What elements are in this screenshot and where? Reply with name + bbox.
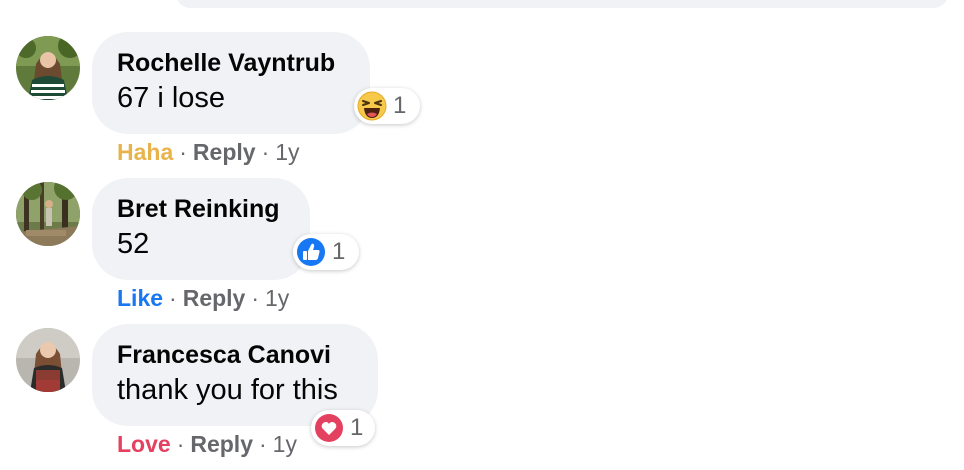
timestamp-link[interactable]: 1y [273,431,297,457]
reaction-count: 1 [393,92,407,119]
separator: · [259,431,267,457]
comment-actions: Love · Reply · 1y [117,430,297,458]
avatar-photo-icon [16,36,80,100]
comment-item: Rochelle Vayntrub 67 i lose 1 Haha · Reply… [0,0,964,165]
reaction-summary[interactable]: 1 [293,234,359,270]
comment-text: thank you for this [117,374,338,406]
reaction-count: 1 [350,414,364,441]
comment-bubble: Rochelle Vayntrub 67 i lose [92,32,370,134]
comment-item: Francesca Canovi thank you for this 1 Lo… [0,292,964,457]
reply-button[interactable]: Reply [190,431,253,457]
like-thumbs-up-icon [297,238,325,266]
comment-text: 67 i lose [117,82,226,114]
reaction-summary[interactable]: 1 [311,410,375,446]
comment-author[interactable]: Francesca Canovi [117,340,354,370]
avatar[interactable] [16,182,80,246]
comment-author[interactable]: Rochelle Vayntrub [117,48,346,78]
comment-item: Bret Reinking 52 1 Like · Reply · 1y [0,146,964,311]
reaction-count: 1 [332,238,346,265]
comment-text: 52 [117,228,150,260]
comment-bubble: Bret Reinking 52 [92,178,310,280]
avatar[interactable] [16,36,80,100]
haha-emoji-icon [357,91,387,121]
comment-author[interactable]: Bret Reinking [117,194,286,224]
avatar-photo-icon [16,328,80,392]
love-heart-icon [315,414,343,442]
avatar[interactable] [16,328,80,392]
reaction-summary[interactable]: 1 [354,88,420,124]
reacted-love-button[interactable]: Love [117,431,171,457]
separator: · [176,431,185,457]
avatar-photo-icon [16,182,80,246]
